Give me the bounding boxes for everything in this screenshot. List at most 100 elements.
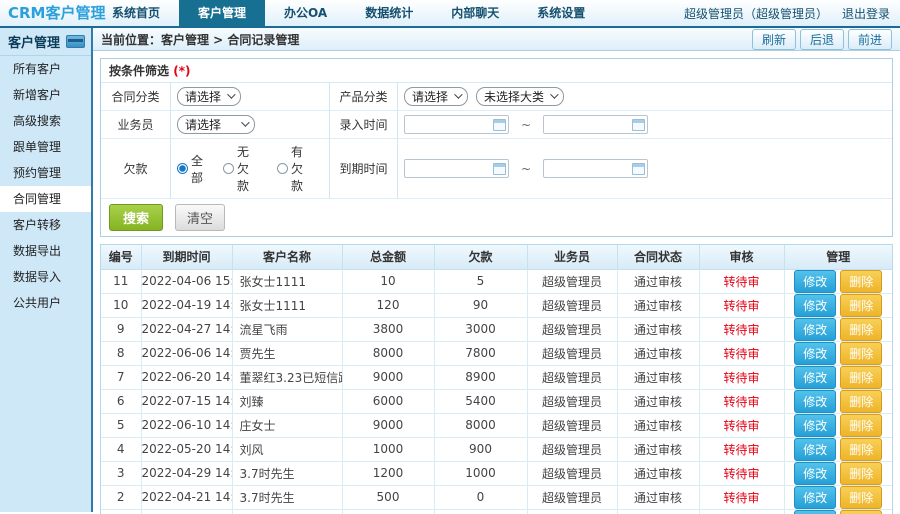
contracts-table: 编号 到期时间 客户名称 总金额 欠款 业务员 合同状态 审核 管理 11 2022-04-06 …	[101, 245, 892, 514]
delete-button[interactable]: 删除	[840, 486, 883, 508]
audit-link[interactable]: 转待审	[723, 467, 759, 481]
audit-link[interactable]: 转待审	[723, 323, 759, 337]
edit-button[interactable]: 修改	[794, 438, 837, 460]
calendar-icon[interactable]	[493, 118, 506, 131]
row-debt: 0	[433, 508, 528, 514]
sidebar-item-7[interactable]: 数据导出	[0, 238, 91, 264]
salesman-field: 请选择	[171, 111, 330, 139]
calendar-icon[interactable]	[632, 118, 646, 131]
calendar-icon[interactable]	[632, 162, 646, 175]
row-total: 9000	[341, 412, 435, 438]
delete-button[interactable]: 删除	[840, 438, 883, 460]
tab-2[interactable]: 办公OA	[265, 0, 346, 26]
calendar-icon[interactable]	[493, 162, 506, 175]
contract-category-select[interactable]: 请选择	[177, 87, 242, 106]
sidebar-menu: 所有客户 新增客户 高级搜索 跟单管理 预约管理 合同管理 客户转移 数据导出 数据导入 公共用户	[0, 56, 91, 316]
row-id: 5	[101, 412, 142, 438]
edit-button[interactable]: 修改	[794, 390, 837, 412]
row-id: 1	[101, 508, 142, 514]
tab-5[interactable]: 系统设置	[518, 0, 604, 26]
sidebar-item-9[interactable]: 公共用户	[0, 290, 91, 316]
row-customer: 刘臻	[231, 388, 343, 414]
sidebar-item-2[interactable]: 高级搜索	[0, 108, 91, 134]
delete-button[interactable]: 删除	[840, 366, 883, 388]
row-total: 9000	[341, 364, 435, 390]
row-due: 2022-04-21 14:33	[140, 484, 233, 510]
debt-radio-2[interactable]: 有欠款	[277, 143, 311, 194]
sidebar-item-1[interactable]: 新增客户	[0, 82, 91, 108]
tab-3[interactable]: 数据统计	[346, 0, 432, 26]
audit-link[interactable]: 转待审	[723, 299, 759, 313]
row-customer: 张女士1111	[231, 292, 343, 318]
audit-link[interactable]: 转待审	[723, 419, 759, 433]
delete-button[interactable]: 删除	[840, 414, 883, 436]
salesman-label: 业务员	[101, 111, 171, 139]
due-time-start-input[interactable]	[404, 159, 509, 178]
edit-button[interactable]: 修改	[794, 366, 837, 388]
delete-button[interactable]: 删除	[840, 390, 883, 412]
row-customer: 3.7时先生	[231, 460, 343, 486]
edit-button[interactable]: 修改	[794, 414, 837, 436]
product-category-select[interactable]: 请选择	[404, 87, 469, 106]
audit-link[interactable]: 转待审	[723, 347, 759, 361]
sidebar-item-0[interactable]: 所有客户	[0, 56, 91, 82]
due-time-end-input[interactable]	[543, 159, 649, 178]
refresh-button[interactable]: 刷新	[751, 28, 796, 50]
row-total: 1200	[341, 460, 435, 486]
audit-link[interactable]: 转待审	[723, 491, 759, 505]
edit-button[interactable]: 修改	[794, 318, 837, 340]
row-manage-cell: 修改删除	[783, 508, 892, 514]
audit-link[interactable]: 转待审	[723, 371, 759, 385]
sidebar-item-4[interactable]: 预约管理	[0, 160, 91, 186]
audit-link[interactable]: 转待审	[723, 275, 759, 289]
sidebar-item-6[interactable]: 客户转移	[0, 212, 91, 238]
contracts-table-panel: 编号 到期时间 客户名称 总金额 欠款 业务员 合同状态 审核 管理 11 2022-04-06 …	[100, 244, 893, 514]
logout-link[interactable]: 退出登录	[842, 5, 890, 22]
edit-button[interactable]: 修改	[794, 462, 837, 484]
col-header-2: 客户名称	[231, 245, 343, 270]
clear-button[interactable]: 清空	[175, 204, 226, 231]
edit-button[interactable]: 修改	[794, 294, 837, 316]
delete-button[interactable]: 删除	[840, 294, 883, 316]
row-due: 2022-04-06 15:29	[140, 268, 233, 294]
row-debt: 90	[433, 292, 528, 318]
back-button[interactable]: 后退	[799, 28, 844, 50]
row-customer: 22.3.8刘树天津	[231, 508, 343, 514]
row-salesman: 超级管理员	[526, 340, 618, 366]
salesman-select[interactable]: 请选择	[177, 115, 255, 134]
radio-icon	[177, 163, 188, 174]
edit-button[interactable]: 修改	[794, 486, 837, 508]
entry-time-end-input[interactable]	[543, 115, 649, 134]
audit-link[interactable]: 转待审	[723, 395, 759, 409]
edit-button[interactable]: 修改	[794, 510, 837, 514]
contract-category-label: 合同分类	[101, 83, 171, 111]
product-subcategory-select[interactable]: 未选择大类	[476, 87, 565, 106]
row-total: 9	[341, 508, 435, 514]
sidebar-item-3[interactable]: 跟单管理	[0, 134, 91, 160]
delete-button[interactable]: 删除	[840, 462, 883, 484]
table-row: 12022-04-08 14:5422.3.8刘树天津90超级管理员通过审核转待…	[101, 508, 892, 514]
sidebar-item-5[interactable]: 合同管理	[0, 186, 91, 212]
edit-button[interactable]: 修改	[794, 342, 837, 364]
audit-link[interactable]: 转待审	[723, 443, 759, 457]
delete-button[interactable]: 删除	[840, 270, 883, 292]
row-debt: 5400	[433, 388, 528, 414]
delete-button[interactable]: 删除	[840, 318, 883, 340]
entry-time-start-input[interactable]	[404, 115, 509, 134]
tab-0[interactable]: 系统首页	[93, 0, 179, 26]
debt-radio-0[interactable]: 全部	[177, 152, 203, 186]
delete-button[interactable]: 删除	[840, 510, 883, 514]
search-button[interactable]: 搜索	[109, 204, 164, 231]
table-row: 52022-06-10 14:44庄女士90008000超级管理员通过审核 转待审…	[101, 412, 892, 438]
edit-button[interactable]: 修改	[794, 270, 837, 292]
row-customer: 张女士1111	[231, 268, 343, 294]
row-status: 通过审核	[616, 364, 700, 390]
row-total: 6000	[341, 388, 435, 414]
forward-button[interactable]: 前进	[847, 28, 892, 50]
tab-1[interactable]: 客户管理	[179, 0, 266, 26]
debt-options: 全部 无欠款 有欠款	[171, 139, 330, 199]
sidebar-item-8[interactable]: 数据导入	[0, 264, 91, 290]
debt-radio-1[interactable]: 无欠款	[223, 143, 257, 194]
tab-4[interactable]: 内部聊天	[432, 0, 518, 26]
delete-button[interactable]: 删除	[840, 342, 883, 364]
